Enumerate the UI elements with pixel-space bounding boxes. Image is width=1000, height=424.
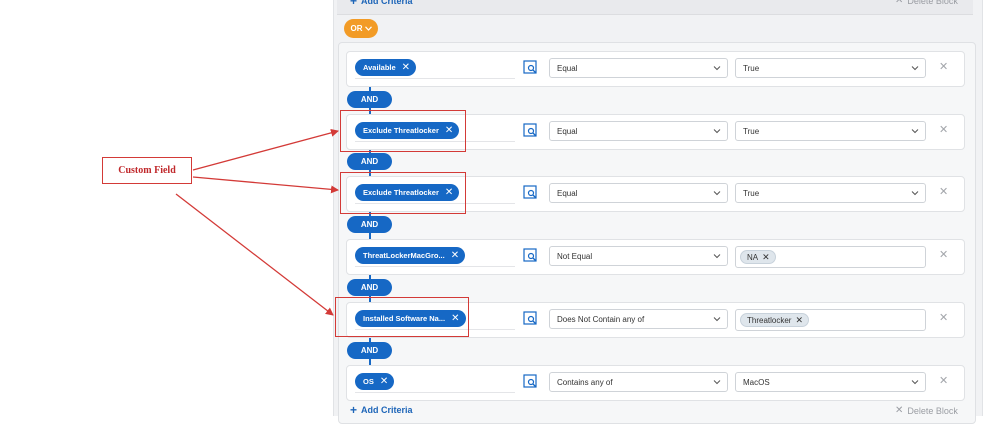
- arrow-line: [192, 176, 339, 194]
- annotation-arrows: [175, 128, 339, 316]
- arrow-line: [175, 193, 334, 316]
- arrow-line: [192, 128, 339, 171]
